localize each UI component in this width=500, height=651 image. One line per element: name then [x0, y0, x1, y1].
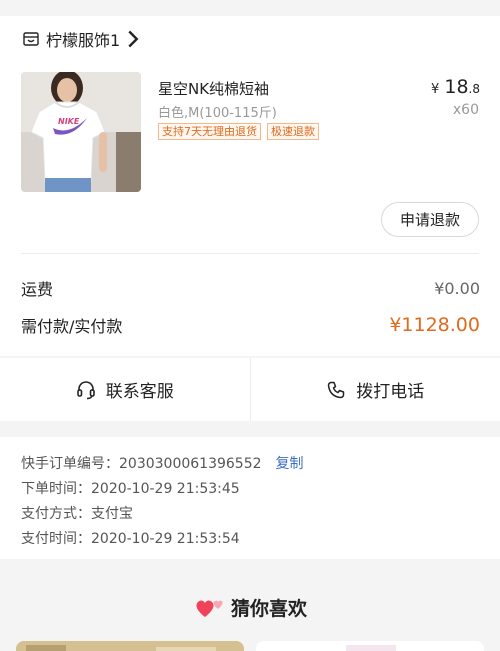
tag-fast-refund: 极速退款: [267, 123, 319, 140]
call-phone-label: 拨打电话: [356, 382, 425, 402]
shipping-value: ¥0.00: [434, 278, 480, 298]
pay-time-label: 支付时间：: [21, 531, 91, 547]
contact-service-button[interactable]: 联系客服: [0, 358, 250, 421]
product-price: ¥ 18.8: [431, 76, 480, 98]
hearts-icon: [196, 599, 223, 617]
payment-value: ¥1128.00: [389, 314, 480, 336]
order-info-card: 快手订单编号：2030300061396552 复制 下单时间：2020-10-2…: [0, 437, 500, 559]
price-integer: 18: [444, 76, 469, 98]
recommend-title: 猜你喜欢: [230, 598, 307, 620]
shipping-row: 运费 ¥0.00: [21, 276, 480, 300]
pay-time-value: 2020-10-29 21:53:54: [91, 531, 240, 547]
product-spec: 白色,M(100-115斤): [158, 106, 277, 121]
copy-order-number-button[interactable]: 复制: [276, 456, 304, 472]
store-icon: [23, 32, 39, 46]
payment-row: 需付款/实付款 ¥1128.00: [21, 313, 480, 337]
order-time-label: 下单时间：: [21, 481, 91, 497]
order-number-row: 快手订单编号：2030300061396552 复制: [21, 453, 304, 473]
tag-7day-return: 支持7天无理由退货: [158, 123, 261, 140]
chevron-right-icon: [128, 30, 139, 48]
order-number-value: 2030300061396552: [119, 456, 262, 472]
order-number-label: 快手订单编号：: [21, 456, 119, 472]
product-thumbnail[interactable]: NIKE: [21, 72, 141, 192]
price-decimal: .8: [468, 82, 480, 96]
recommend-header: 猜你喜欢: [0, 594, 500, 621]
product-quantity: x60: [452, 102, 479, 118]
shop-name: 柠檬服饰1: [46, 31, 121, 50]
order-card: 柠檬服饰1 NIKE 星空NK纯棉短袖 白色,M(100-115斤) 支持7天无: [0, 16, 500, 356]
phone-icon: [328, 381, 345, 398]
payment-label: 需付款/实付款: [21, 317, 123, 336]
product-title[interactable]: 星空NK纯棉短袖: [158, 78, 269, 99]
pay-method-row: 支付方式：支付宝: [21, 503, 133, 523]
shipping-label: 运费: [21, 280, 54, 299]
service-tags: 支持7天无理由退货 极速退款: [158, 123, 319, 140]
contact-service-label: 联系客服: [105, 382, 174, 402]
call-phone-button[interactable]: 拨打电话: [251, 358, 500, 421]
price-currency: ¥: [430, 82, 440, 97]
order-time-value: 2020-10-29 21:53:45: [91, 481, 240, 497]
recommend-item[interactable]: [256, 641, 484, 651]
pay-method-label: 支付方式：: [21, 506, 91, 522]
thumb-logo-text: NIKE: [58, 117, 80, 126]
recommend-item[interactable]: [16, 641, 244, 651]
apply-refund-button[interactable]: 申请退款: [381, 202, 479, 237]
divider: [21, 253, 479, 254]
contact-bar: 联系客服 拨打电话: [0, 358, 500, 421]
shop-link[interactable]: 柠檬服饰1: [22, 28, 148, 50]
order-time-row: 下单时间：2020-10-29 21:53:45: [21, 478, 240, 498]
pay-method-value: 支付宝: [91, 506, 133, 522]
pay-time-row: 支付时间：2020-10-29 21:53:54: [21, 528, 240, 548]
headset-icon: [76, 380, 95, 399]
